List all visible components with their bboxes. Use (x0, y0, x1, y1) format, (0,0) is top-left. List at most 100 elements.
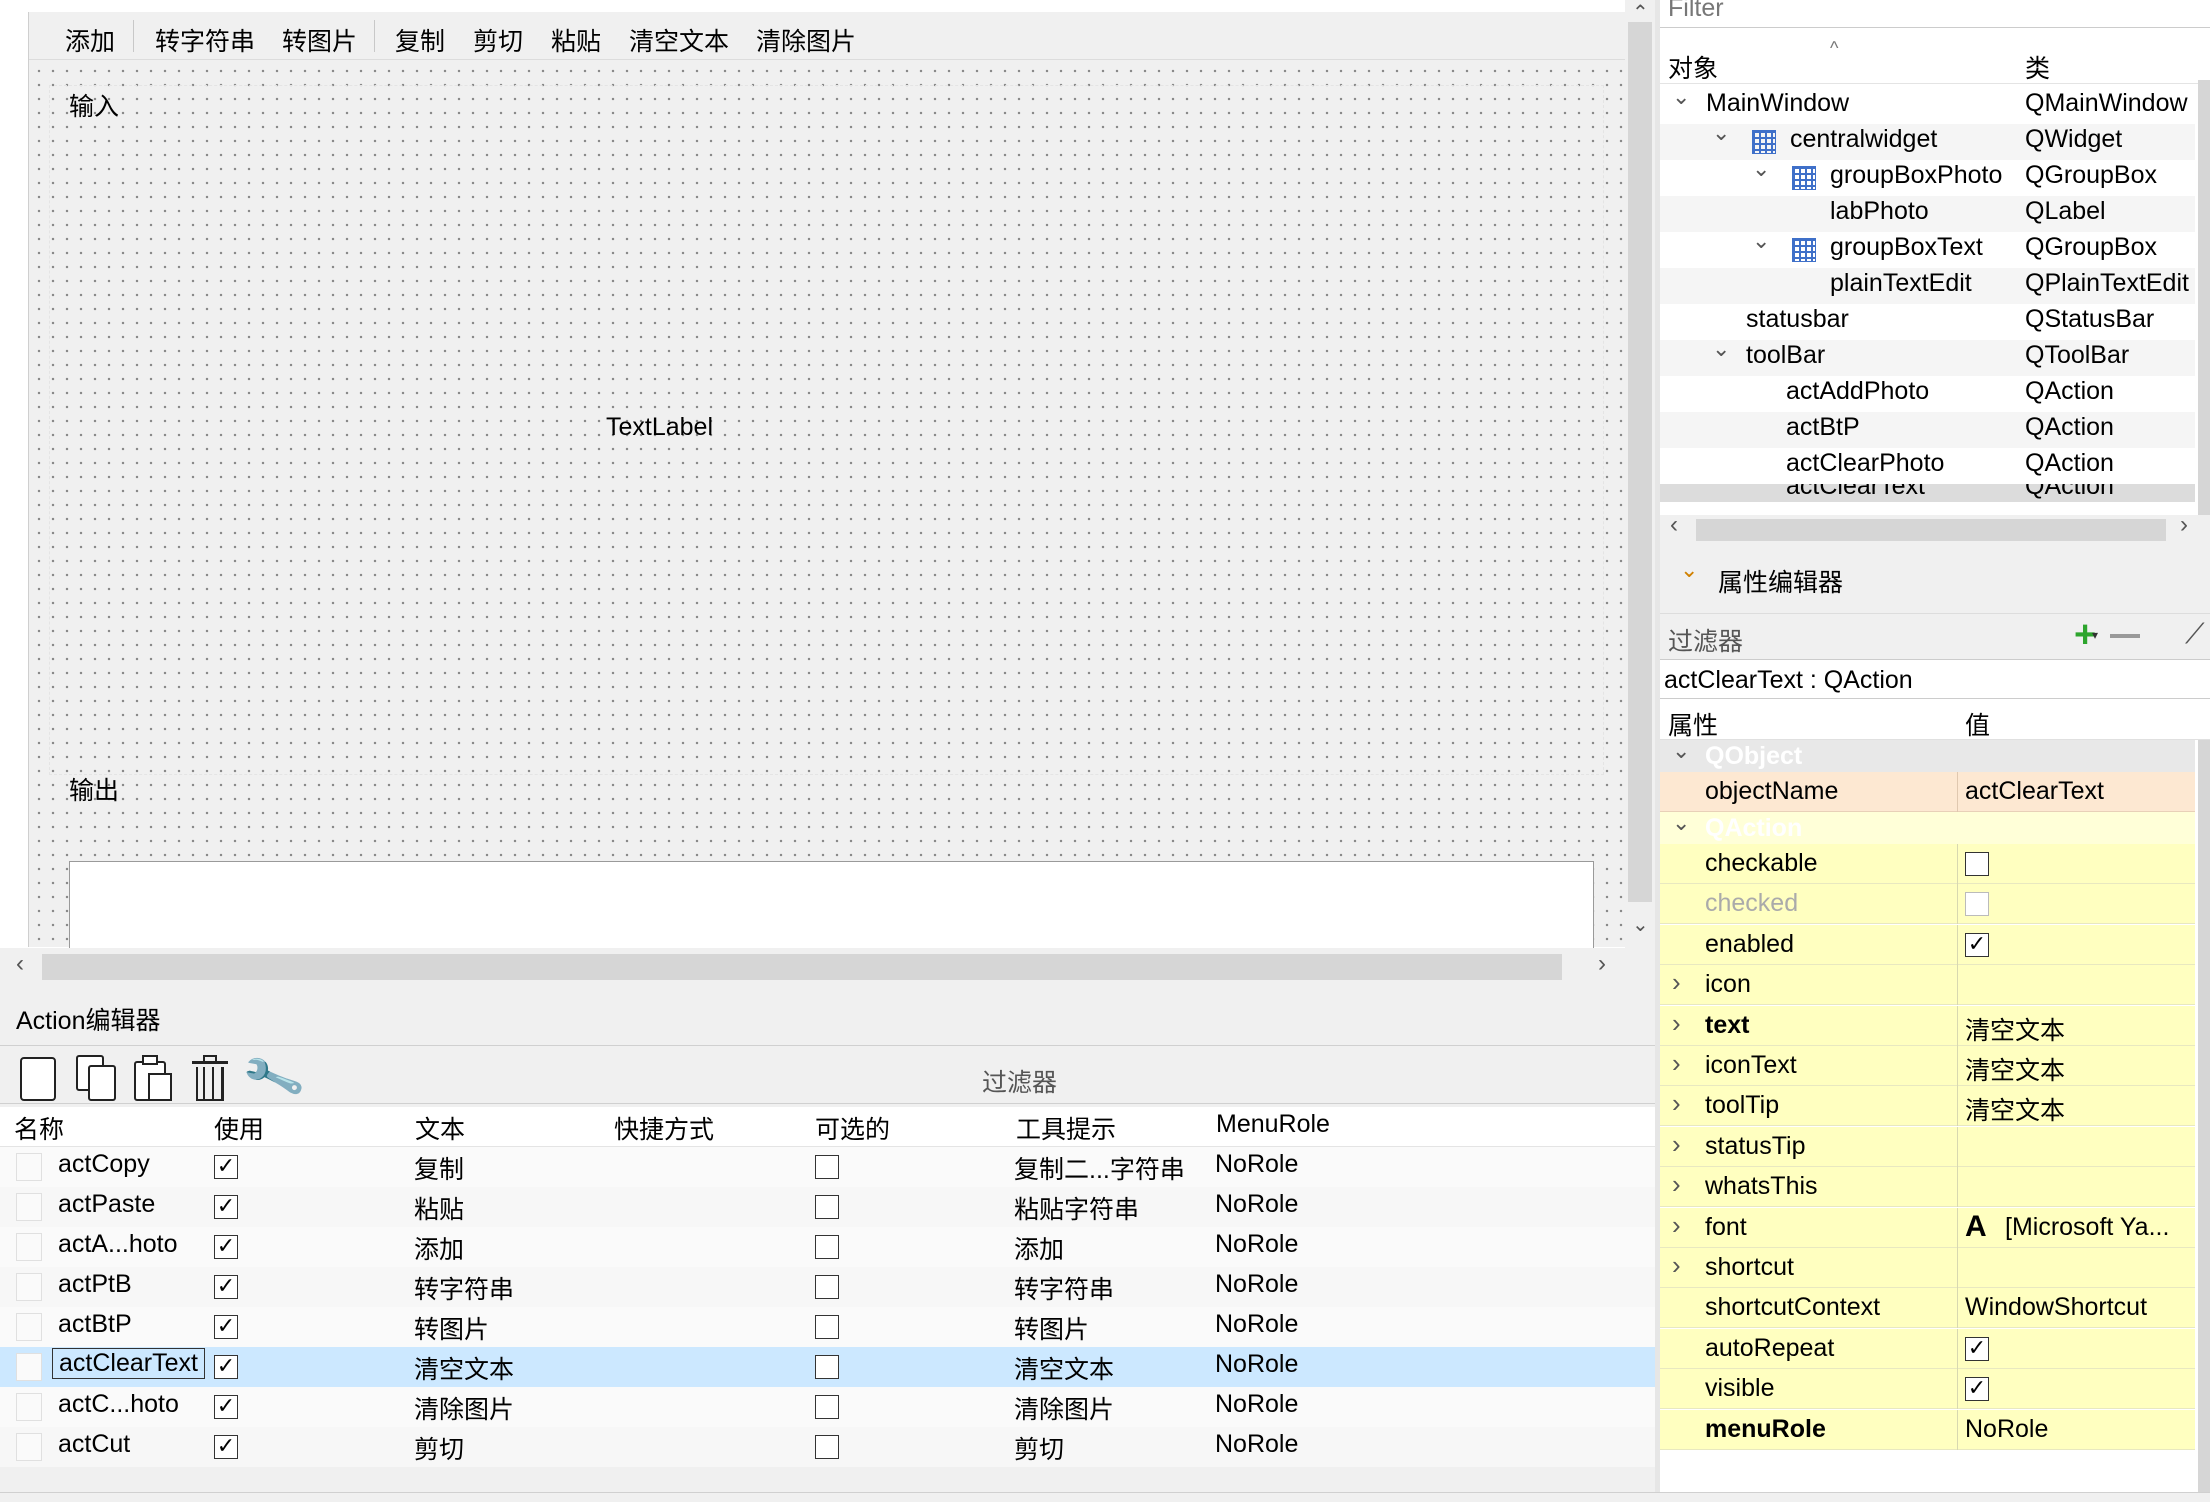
toolbar-cut-button[interactable]: 剪切 (473, 22, 523, 58)
chevron-right-icon[interactable]: › (1672, 1048, 1681, 1079)
delete-action-icon[interactable] (192, 1055, 228, 1103)
object-tree-item[interactable]: actAddPhoto QAction (1660, 376, 2195, 412)
paste-action-icon[interactable] (134, 1055, 176, 1103)
col-header-property[interactable]: 属性 (1668, 706, 1718, 742)
scroll-right-icon[interactable]: › (1598, 950, 1606, 978)
property-checkbox[interactable] (1965, 892, 1989, 917)
toolbar-copy-button[interactable]: 复制 (395, 22, 445, 58)
property-filter-input[interactable]: 过滤器 (1668, 622, 1743, 658)
chevron-down-icon[interactable]: ⌄ (1752, 156, 1770, 182)
object-tree-item[interactable]: ⌄ groupBoxText QGroupBox (1660, 228, 2195, 268)
action-table-row[interactable]: actCopy ✓ 复制 复制二...字符串 NoRole (0, 1147, 1655, 1187)
property-row-shortcutcontext[interactable]: shortcutContext WindowShortcut (1660, 1288, 2195, 1329)
property-row-checkable[interactable]: checkable (1660, 844, 2195, 884)
object-tree-item[interactable]: actClearPhoto QAction (1660, 448, 2195, 484)
scroll-left-icon[interactable]: ‹ (16, 950, 24, 978)
property-checkbox[interactable]: ✓ (1965, 932, 1989, 957)
scroll-left-icon[interactable]: ‹ (1670, 511, 1678, 539)
section-qaction[interactable]: ⌄ QAction (1660, 810, 2195, 844)
form-design-area[interactable]: 添加 转字符串 转图片 复制 剪切 粘贴 清空文本 清除图片 输入 TextLa… (0, 0, 1655, 1001)
object-tree-item[interactable]: ⌄ groupBoxPhoto QGroupBox (1660, 156, 2195, 196)
design-horizontal-scrollbar[interactable]: ‹ › (0, 948, 1625, 985)
col-header-class[interactable]: 类 (2025, 49, 2050, 85)
chevron-down-icon[interactable]: ⌄ (1712, 120, 1730, 146)
object-tree-item[interactable]: statusbar QStatusBar (1660, 304, 2195, 340)
property-row-shortcut[interactable]: › shortcut (1660, 1248, 2195, 1288)
property-row-font[interactable]: › font A [Microsoft Ya... (1660, 1207, 2195, 1248)
checkable-checkbox[interactable] (815, 1355, 839, 1379)
scroll-thumb[interactable] (42, 954, 1562, 980)
col-header-name[interactable]: 名称 (14, 1110, 64, 1146)
chevron-right-icon[interactable]: › (1672, 1129, 1681, 1160)
col-header-shortcut[interactable]: 快捷方式 (614, 1110, 714, 1146)
col-header-text[interactable]: 文本 (415, 1110, 465, 1146)
action-table-row[interactable]: actClearText ✓ 清空文本 清空文本 NoRole (0, 1347, 1655, 1387)
property-row-text[interactable]: › text 清空文本 (1660, 1005, 2195, 1046)
object-tree-item[interactable]: plainTextEdit QPlainTextEdit (1660, 268, 2195, 304)
object-tree-item[interactable]: actClearText QAction (1660, 484, 2195, 502)
configure-wrench-icon[interactable]: 🔧 (239, 1043, 308, 1111)
checkable-checkbox[interactable] (815, 1395, 839, 1419)
property-row-statustip[interactable]: › statusTip (1660, 1126, 2195, 1167)
tree-vertical-scrollbar[interactable] (2198, 80, 2210, 515)
chevron-down-icon[interactable]: ⌄ (1672, 84, 1690, 110)
object-filter-input[interactable]: Filter (1660, 0, 2210, 28)
property-row-icontext[interactable]: › iconText 清空文本 (1660, 1046, 2195, 1086)
used-checkbox[interactable]: ✓ (214, 1355, 238, 1379)
splitter[interactable] (1655, 0, 1660, 1502)
scroll-thumb[interactable] (1628, 22, 1652, 902)
action-table-row[interactable]: actBtP ✓ 转图片 转图片 NoRole (0, 1307, 1655, 1347)
scroll-thumb[interactable] (1696, 519, 2166, 541)
chevron-down-icon[interactable]: ⌄ (1712, 336, 1730, 362)
chevron-right-icon[interactable]: › (1672, 967, 1681, 998)
toolbar-to-image-button[interactable]: 转图片 (282, 22, 357, 58)
toolbar-clear-image-button[interactable]: 清除图片 (756, 22, 856, 58)
design-vertical-scrollbar[interactable]: ⌃ ⌄ (1625, 0, 1655, 945)
action-filter-input[interactable]: 过滤器 (982, 1063, 1057, 1099)
chevron-right-icon[interactable]: › (1672, 1008, 1681, 1039)
used-checkbox[interactable]: ✓ (214, 1155, 238, 1179)
property-row-autorepeat[interactable]: autoRepeat ✓ (1660, 1328, 2195, 1369)
property-value[interactable]: [Microsoft Ya... (2005, 1213, 2169, 1242)
property-row-menurole[interactable]: menuRole NoRole (1660, 1409, 2195, 1450)
property-value[interactable]: 清空文本 (1965, 1051, 2065, 1087)
checkable-checkbox[interactable] (815, 1435, 839, 1459)
toolbar-to-string-button[interactable]: 转字符串 (155, 22, 255, 58)
checkable-checkbox[interactable] (815, 1235, 839, 1259)
collapse-chevron-icon[interactable]: ⌄ (1680, 557, 1698, 583)
group-box-input[interactable] (49, 85, 1604, 775)
chevron-down-icon[interactable]: ⌄ (1672, 738, 1690, 764)
used-checkbox[interactable]: ✓ (214, 1395, 238, 1419)
checkable-checkbox[interactable] (815, 1195, 839, 1219)
tree-horizontal-scrollbar[interactable]: ‹ › (1660, 511, 2210, 545)
property-row-objectname[interactable]: objectName actClearText (1660, 772, 2195, 812)
used-checkbox[interactable]: ✓ (214, 1195, 238, 1219)
used-checkbox[interactable]: ✓ (214, 1275, 238, 1299)
toolbar-clear-text-button[interactable]: 清空文本 (629, 22, 729, 58)
property-row-whatsthis[interactable]: › whatsThis (1660, 1167, 2195, 1208)
property-value[interactable]: NoRole (1965, 1415, 2048, 1444)
property-value[interactable]: 清空文本 (1965, 1091, 2065, 1127)
property-vertical-scrollbar[interactable] (2198, 740, 2210, 1502)
chevron-right-icon[interactable]: › (1672, 1210, 1681, 1241)
col-header-used[interactable]: 使用 (214, 1110, 264, 1146)
used-checkbox[interactable]: ✓ (214, 1315, 238, 1339)
property-row-visible[interactable]: visible ✓ (1660, 1369, 2195, 1410)
col-header-checkable[interactable]: 可选的 (815, 1110, 890, 1146)
action-table-row[interactable]: actC...hoto ✓ 清除图片 清除图片 NoRole (0, 1387, 1655, 1427)
property-checkbox[interactable]: ✓ (1965, 1377, 1989, 1402)
property-checkbox[interactable]: ✓ (1965, 1336, 1989, 1361)
object-tree-item[interactable]: labPhoto QLabel (1660, 196, 2195, 232)
toolbar-paste-button[interactable]: 粘贴 (551, 22, 601, 58)
checkable-checkbox[interactable] (815, 1275, 839, 1299)
chevron-down-icon[interactable]: ⌄ (1672, 810, 1690, 836)
dropdown-arrow-icon[interactable]: ▾ (2092, 628, 2098, 642)
section-qobject[interactable]: ⌄ QObject (1660, 738, 2195, 772)
chevron-down-icon[interactable]: ⌄ (1752, 228, 1770, 254)
property-row-icon[interactable]: › icon (1660, 965, 2195, 1006)
col-header-object[interactable]: 对象 (1668, 49, 1718, 85)
property-value[interactable]: WindowShortcut (1965, 1293, 2147, 1322)
copy-action-icon[interactable] (76, 1055, 124, 1103)
property-row-checked[interactable]: checked (1660, 884, 2195, 925)
new-action-icon[interactable] (20, 1057, 56, 1101)
